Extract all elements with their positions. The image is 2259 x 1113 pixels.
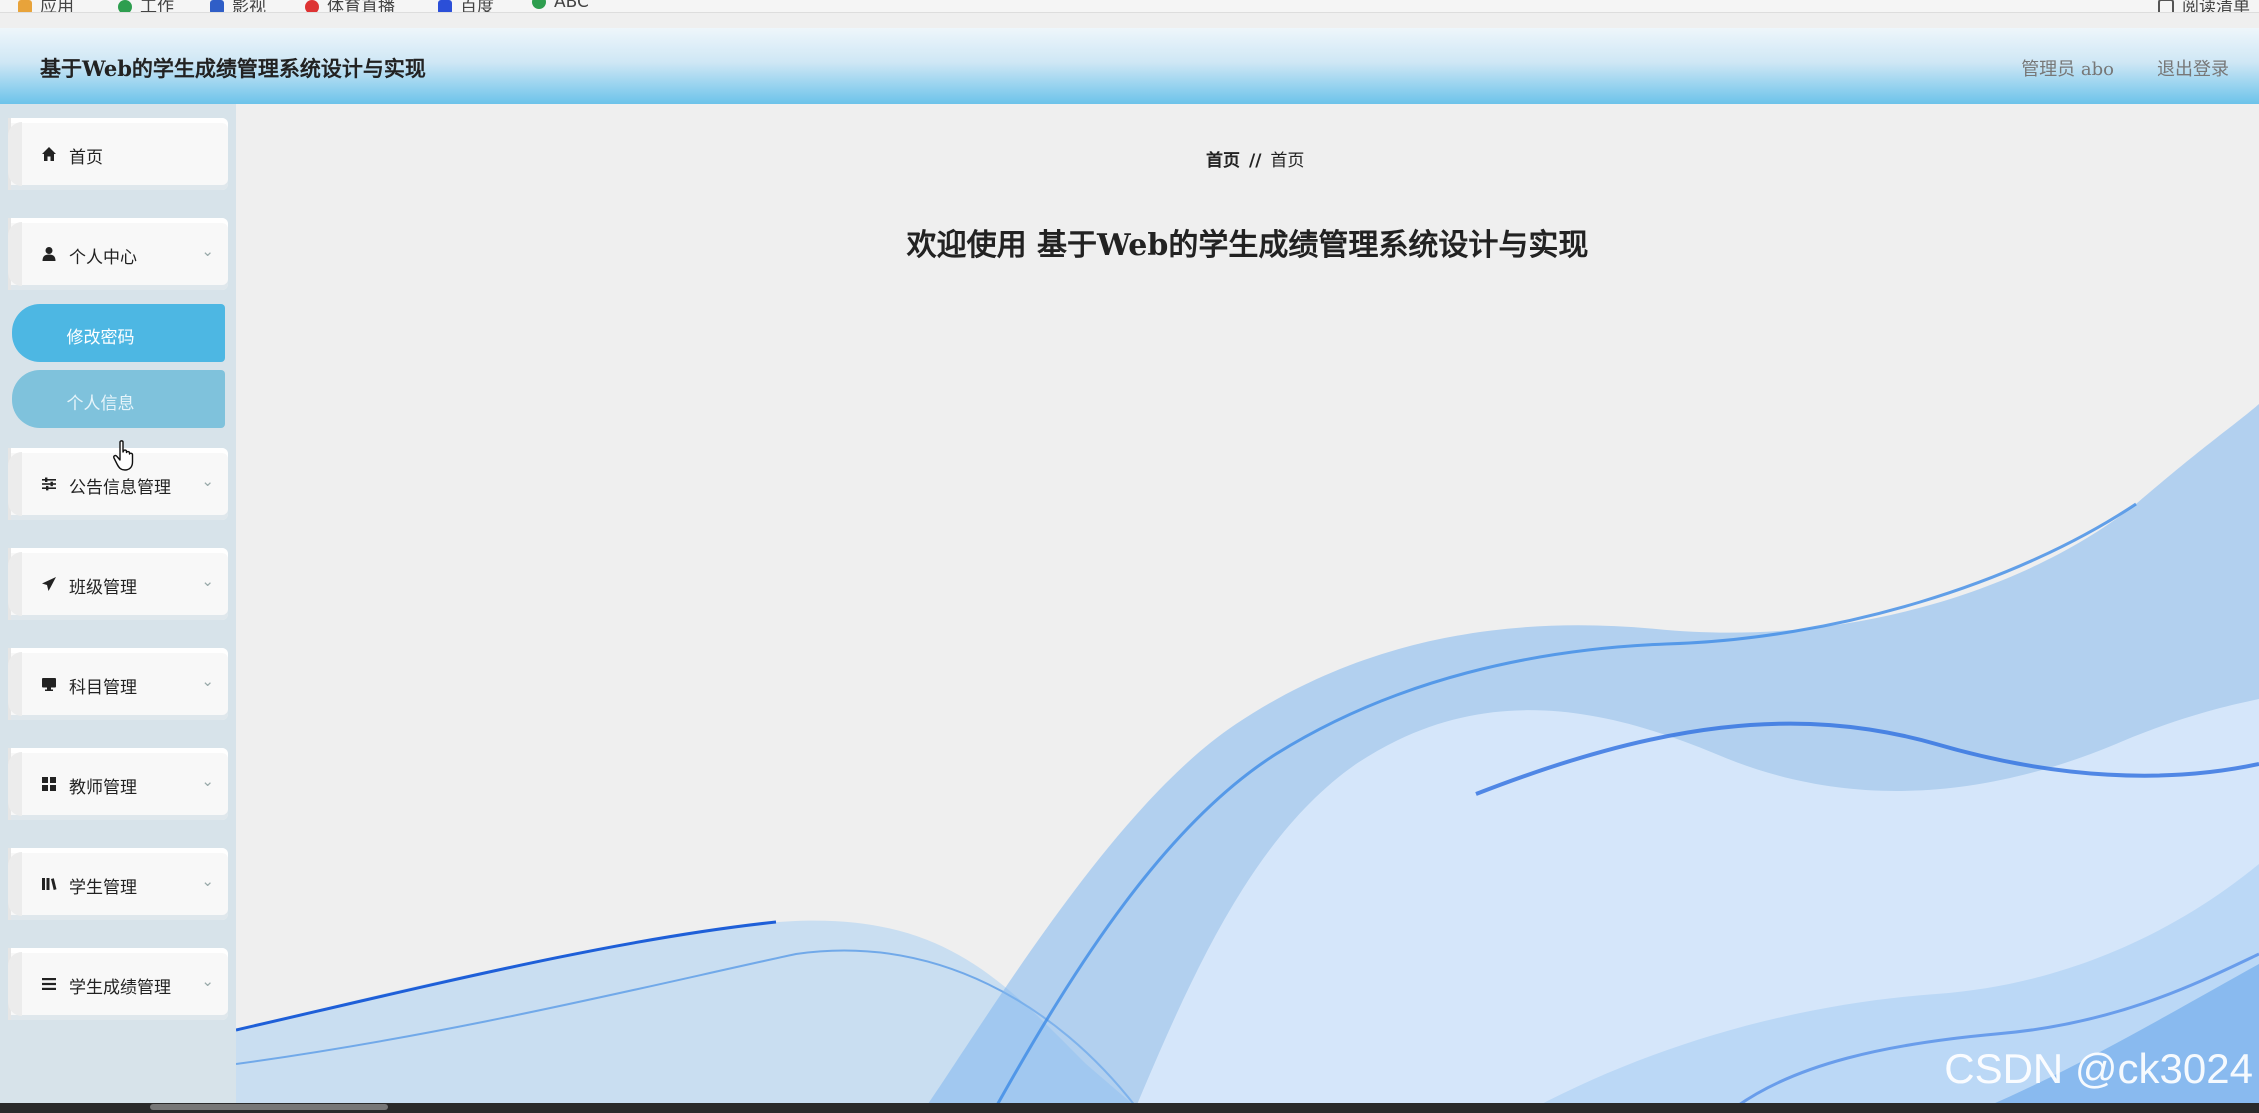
bookmark-apps[interactable]: 应用 [18, 0, 74, 13]
chevron-down-icon: ⌄ [201, 772, 214, 790]
bookmark-label: 影视 [232, 0, 266, 13]
bookmark-work[interactable]: 工作 [118, 0, 174, 13]
main-content: 首页 // 首页 欢迎使用 基于Web的学生成绩管理系统设计与实现 CSDN @ck… [236, 104, 2259, 1107]
breadcrumb: 首页 // 首页 [1206, 146, 1304, 171]
sidebar-item-label: 学生管理 [69, 878, 137, 898]
sidebar-item-student-management[interactable]: 学生管理 ⌄ [8, 848, 228, 920]
bookmark-label: 应用 [40, 0, 74, 13]
sidebar-item-subject-management[interactable]: 科目管理 ⌄ [8, 648, 228, 720]
breadcrumb-separator: // [1249, 151, 1262, 171]
bookmark-video[interactable]: 影视 [210, 0, 266, 13]
chevron-down-icon: ⌄ [201, 672, 214, 690]
list-icon [42, 978, 56, 990]
sidebar-item-label: 学生成绩管理 [69, 978, 171, 998]
breadcrumb-current: 首页 [1270, 151, 1305, 171]
bookmark-label: 工作 [140, 0, 174, 13]
browser-bookmarks-bar: 应用 工作 影视 体育直播 百度 ABC 阅读清单 [0, 0, 2259, 13]
home-icon [42, 147, 56, 161]
sidebar: 首页 个人中心 ⌄ 修改密码 个人信息 公告信息管理 ⌄ 班级管理 ⌄ 科目管理… [0, 104, 236, 1107]
watermark: CSDN @ck3024 [1944, 1045, 2253, 1092]
sidebar-item-label: 教师管理 [69, 778, 137, 798]
bookmark-label: ABC [554, 0, 589, 12]
logout-button[interactable]: 退出登录 [2157, 55, 2229, 81]
current-user: 管理员 abo [2021, 59, 2114, 80]
grid-icon [42, 777, 56, 791]
bookmark-abc[interactable]: ABC [532, 0, 589, 12]
sidebar-subitem-personal-info[interactable]: 个人信息 [12, 370, 225, 428]
sidebar-item-label: 公告信息管理 [69, 478, 171, 498]
breadcrumb-home[interactable]: 首页 [1206, 151, 1240, 171]
bookmark-sports[interactable]: 体育直播 [305, 0, 395, 13]
monitor-icon [42, 678, 56, 691]
book-icon [42, 878, 57, 890]
sidebar-subitem-label: 修改密码 [66, 328, 135, 348]
sidebar-item-class-management[interactable]: 班级管理 ⌄ [8, 548, 228, 620]
sidebar-subitem-label: 个人信息 [66, 394, 135, 414]
bookmark-baidu[interactable]: 百度 [438, 0, 494, 13]
sidebar-item-home[interactable]: 首页 [8, 118, 228, 190]
bookmark-label: 体育直播 [327, 0, 395, 13]
app-title: 基于Web的学生成绩管理系统设计与实现 [40, 56, 426, 81]
horizontal-scrollbar[interactable] [150, 1104, 388, 1110]
chevron-down-icon: ⌄ [201, 972, 214, 990]
bookmark-label: 百度 [460, 0, 494, 13]
sidebar-item-grade-management[interactable]: 学生成绩管理 ⌄ [8, 948, 228, 1020]
hand-pointer-icon [113, 440, 134, 471]
app-header: 基于Web的学生成绩管理系统设计与实现 管理员 abo 退出登录 [0, 28, 2259, 104]
chevron-down-icon: ⌄ [201, 872, 214, 890]
sidebar-item-personal-center[interactable]: 个人中心 ⌄ [8, 218, 228, 290]
welcome-title: 欢迎使用 基于Web的学生成绩管理系统设计与实现 [906, 228, 1589, 263]
chevron-down-icon: ⌄ [201, 472, 214, 490]
sidebar-item-label: 班级管理 [69, 578, 137, 598]
chevron-down-icon: ⌄ [201, 242, 214, 260]
send-icon [42, 577, 56, 591]
reading-list-label: 阅读清单 [2182, 0, 2250, 13]
chevron-down-icon: ⌄ [201, 572, 214, 590]
reading-list[interactable]: 阅读清单 [2158, 0, 2250, 13]
sidebar-subitem-change-password[interactable]: 修改密码 [12, 304, 225, 362]
sliders-icon [42, 477, 56, 491]
sidebar-item-label: 科目管理 [69, 678, 137, 698]
sidebar-item-label: 首页 [69, 148, 103, 168]
user-icon [42, 247, 56, 261]
sidebar-item-teacher-management[interactable]: 教师管理 ⌄ [8, 748, 228, 820]
sidebar-item-label: 个人中心 [69, 248, 137, 268]
